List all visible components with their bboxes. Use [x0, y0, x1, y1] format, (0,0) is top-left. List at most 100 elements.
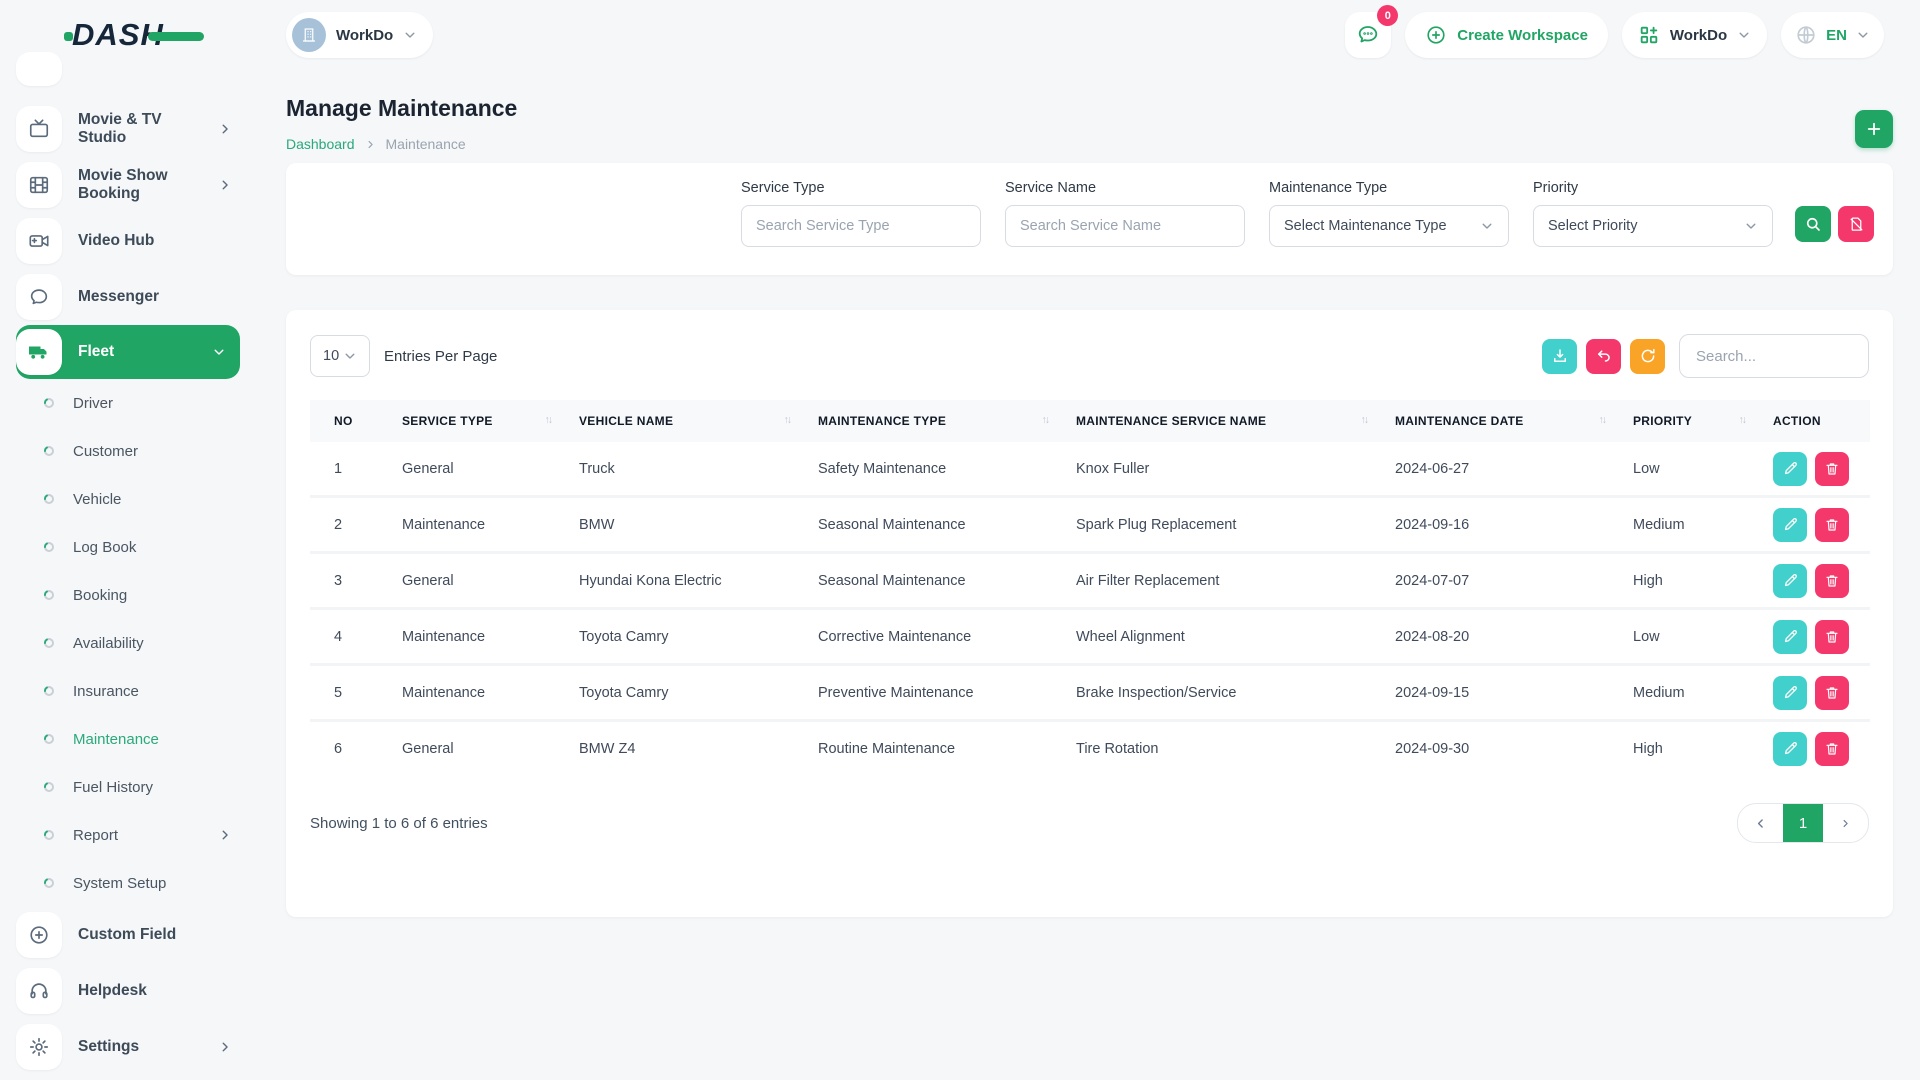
sidebar-item-messenger[interactable]: Messenger: [16, 269, 260, 325]
workspace-switcher[interactable]: WorkDo: [286, 12, 433, 58]
cell-service_type: General: [378, 553, 555, 609]
trash-icon: [1824, 629, 1840, 645]
cell-action: [1749, 553, 1870, 609]
delete-button[interactable]: [1815, 452, 1849, 486]
column-header-maintenance-type[interactable]: MAINTENANCE TYPE↑↓: [794, 400, 1052, 442]
cell-priority: Low: [1609, 442, 1749, 497]
export-button[interactable]: [1542, 339, 1577, 374]
service-type-input[interactable]: [741, 205, 981, 247]
column-header-vehicle-name[interactable]: VEHICLE NAME↑↓: [555, 400, 794, 442]
edit-button[interactable]: [1773, 676, 1807, 710]
pagination-next-button[interactable]: [1823, 804, 1868, 842]
bullet-icon: [42, 492, 56, 506]
delete-button[interactable]: [1815, 620, 1849, 654]
bullet-icon: [42, 540, 56, 554]
sidebar-subitem-availability[interactable]: Availability: [16, 619, 260, 667]
cell-priority: Medium: [1609, 497, 1749, 553]
delete-button[interactable]: [1815, 508, 1849, 542]
cell-service_name: Spark Plug Replacement: [1052, 497, 1371, 553]
sidebar-subitem-vehicle[interactable]: Vehicle: [16, 475, 260, 523]
sidebar-subitem-label: Customer: [73, 443, 260, 460]
cell-date: 2024-08-20: [1371, 609, 1609, 665]
topbar-actions: 0 Create Workspace WorkDo EN: [1345, 12, 1884, 58]
sidebar-subitem-booking[interactable]: Booking: [16, 571, 260, 619]
breadcrumb-dashboard-link[interactable]: Dashboard: [286, 136, 355, 152]
edit-button[interactable]: [1773, 452, 1807, 486]
bullet-icon: [42, 732, 56, 746]
pencil-icon: [1782, 628, 1799, 645]
undo-icon: [1595, 347, 1613, 365]
cell-date: 2024-09-30: [1371, 721, 1609, 776]
delete-button[interactable]: [1815, 676, 1849, 710]
cell-priority: Low: [1609, 609, 1749, 665]
sort-icon: ↑↓: [1599, 414, 1606, 426]
app: DASH WorkDo 0 Create Workspace WorkDo: [0, 0, 1920, 1080]
sidebar-subitem-insurance[interactable]: Insurance: [16, 667, 260, 715]
cell-service_name: Tire Rotation: [1052, 721, 1371, 776]
refresh-button[interactable]: [1630, 339, 1665, 374]
sidebar-item-helpdesk[interactable]: Helpdesk: [16, 963, 260, 1019]
create-workspace-button[interactable]: Create Workspace: [1405, 12, 1608, 58]
table-body: 1GeneralTruckSafety MaintenanceKnox Full…: [310, 442, 1870, 775]
filter-search-button[interactable]: [1795, 206, 1831, 242]
sidebar-subitem-report[interactable]: Report: [16, 811, 260, 859]
sidebar: Movie & TV StudioMovie Show BookingVideo…: [0, 70, 260, 1080]
workspace-avatar: [292, 18, 326, 52]
sidebar-item-fleet[interactable]: Fleet: [16, 325, 240, 379]
sort-icon: ↑↓: [784, 414, 791, 426]
sidebar-subitem-driver[interactable]: Driver: [16, 379, 260, 427]
sidebar-subitem-label: Fuel History: [73, 779, 260, 796]
edit-button[interactable]: [1773, 564, 1807, 598]
filter-reset-button[interactable]: [1838, 206, 1874, 242]
bullet-icon: [42, 780, 56, 794]
pagination-page-1[interactable]: 1: [1783, 804, 1823, 842]
chevron-down-icon: [1737, 28, 1751, 42]
service-name-input[interactable]: [1005, 205, 1245, 247]
edit-button[interactable]: [1773, 732, 1807, 766]
sidebar-subitem-fuel-history[interactable]: Fuel History: [16, 763, 260, 811]
sidebar-subitem-log-book[interactable]: Log Book: [16, 523, 260, 571]
globe-icon: [1795, 24, 1817, 46]
priority-select[interactable]: Select Priority: [1533, 205, 1773, 247]
cell-priority: High: [1609, 553, 1749, 609]
sidebar-item-custom-field[interactable]: Custom Field: [16, 907, 260, 963]
plus-icon: [1865, 120, 1883, 138]
workdo-menu[interactable]: WorkDo: [1622, 12, 1767, 58]
table-search-input[interactable]: [1679, 334, 1869, 378]
column-header-priority[interactable]: PRIORITY↑↓: [1609, 400, 1749, 442]
messages-button[interactable]: 0: [1345, 12, 1391, 58]
delete-button[interactable]: [1815, 564, 1849, 598]
delete-button[interactable]: [1815, 732, 1849, 766]
sidebar-subitem-label: Insurance: [73, 683, 260, 700]
filter-service-name: Service Name: [1005, 180, 1245, 247]
column-header-no: NO: [310, 400, 378, 442]
sidebar-item-settings[interactable]: Settings: [16, 1019, 260, 1075]
sidebar-subitem-label: Vehicle: [73, 491, 260, 508]
sidebar-subitem-system-setup[interactable]: System Setup: [16, 859, 260, 907]
table-footer: Showing 1 to 6 of 6 entries 1: [310, 803, 1869, 843]
column-header-maintenance-service-name[interactable]: MAINTENANCE SERVICE NAME↑↓: [1052, 400, 1371, 442]
cell-service_name: Knox Fuller: [1052, 442, 1371, 497]
language-selector[interactable]: EN: [1781, 12, 1884, 58]
column-header-service-type[interactable]: SERVICE TYPE↑↓: [378, 400, 555, 442]
column-header-maintenance-date[interactable]: MAINTENANCE DATE↑↓: [1371, 400, 1609, 442]
maintenance-type-select[interactable]: Select Maintenance Type: [1269, 205, 1509, 247]
add-maintenance-button[interactable]: [1855, 110, 1893, 148]
table-row: 4MaintenanceToyota CamryCorrective Maint…: [310, 609, 1870, 665]
cell-action: [1749, 665, 1870, 721]
sidebar-item-movie-tv-studio[interactable]: Movie & TV Studio: [16, 101, 260, 157]
cell-date: 2024-09-16: [1371, 497, 1609, 553]
cell-vehicle: Truck: [555, 442, 794, 497]
bullet-icon: [42, 588, 56, 602]
cell-service_type: Maintenance: [378, 497, 555, 553]
edit-button[interactable]: [1773, 620, 1807, 654]
sidebar-subitem-maintenance[interactable]: Maintenance: [16, 715, 260, 763]
sidebar-subitem-customer[interactable]: Customer: [16, 427, 260, 475]
undo-button[interactable]: [1586, 339, 1621, 374]
sidebar-item-movie-show-booking[interactable]: Movie Show Booking: [16, 157, 260, 213]
edit-button[interactable]: [1773, 508, 1807, 542]
sidebar-item-video-hub[interactable]: Video Hub: [16, 213, 260, 269]
entries-per-page-select[interactable]: 10: [310, 335, 370, 377]
sidebar-item-label: Custom Field: [78, 926, 260, 944]
pagination-prev-button[interactable]: [1738, 804, 1783, 842]
